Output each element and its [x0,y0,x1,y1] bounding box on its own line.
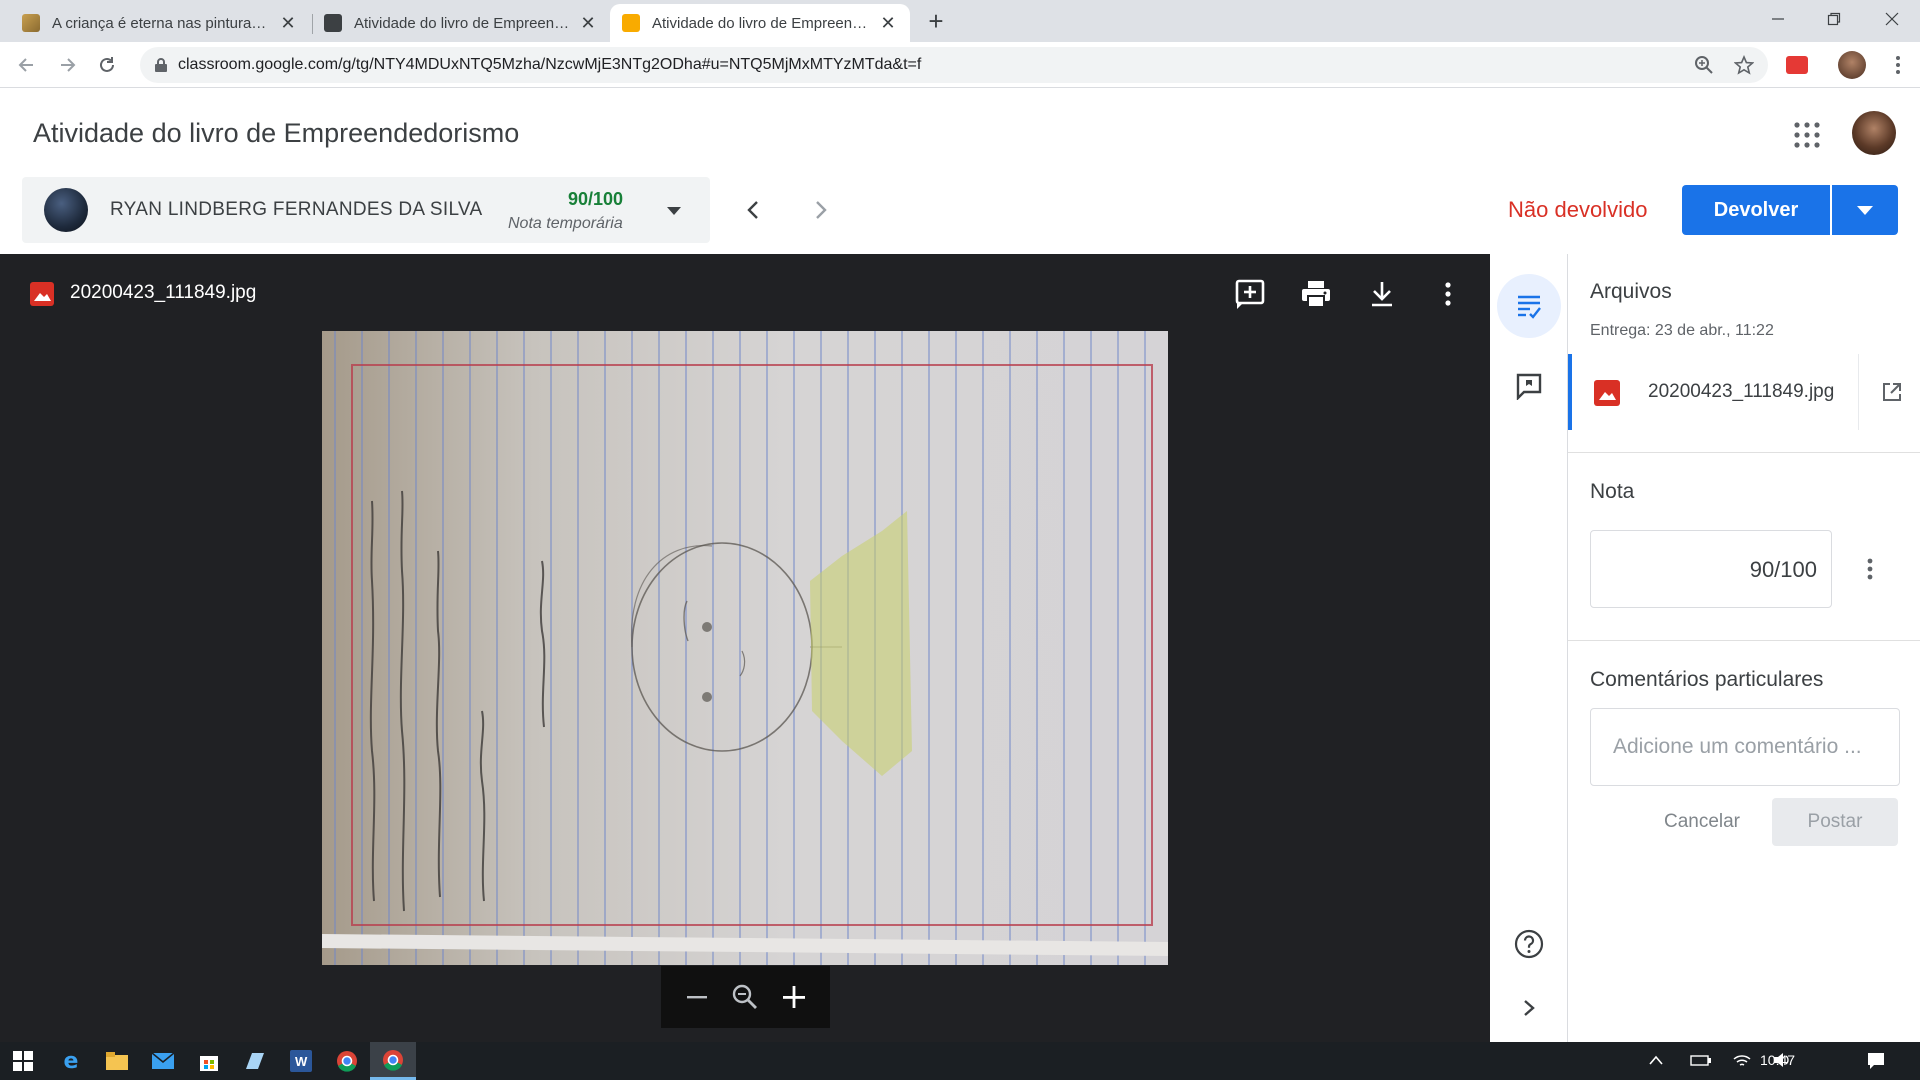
previous-student-icon[interactable] [738,193,768,227]
image-file-icon [30,282,54,306]
image-file-icon [1594,380,1620,406]
photos-icon[interactable] [232,1042,278,1080]
bookmark-star-icon[interactable] [1734,55,1754,75]
student-selector[interactable]: RYAN LINDBERG FERNANDES DA SILVA 90/100 … [22,177,710,243]
zoom-indicator-icon[interactable] [1694,55,1714,75]
battery-icon[interactable] [1690,1053,1712,1072]
svg-text:W: W [295,1054,308,1069]
painting-favicon [22,14,40,32]
browser-tab-active[interactable]: Atividade do livro de Empreendedorismo ✕ [610,4,910,42]
reload-icon[interactable] [92,50,122,80]
taskbar-clock[interactable]: 10:47 [1760,1052,1795,1068]
divider [1568,452,1920,453]
chevron-up-icon[interactable] [1648,1053,1664,1071]
classroom-favicon [622,14,640,32]
download-icon[interactable] [1362,274,1402,314]
close-window-icon[interactable] [1866,0,1918,38]
close-tab-icon[interactable]: ✕ [878,13,898,33]
windows-start-icon[interactable] [0,1042,46,1080]
chevron-down-icon [1857,205,1873,215]
extension-icon[interactable] [1786,56,1808,74]
tab-title: A criança é eterna nas pinturas de [52,14,270,32]
browser-menu-icon[interactable] [1888,54,1908,76]
files-tab-icon[interactable] [1497,274,1561,338]
cancel-button[interactable]: Cancelar [1644,798,1760,846]
edge-icon[interactable]: e [48,1042,94,1080]
restore-window-icon[interactable] [1808,0,1860,38]
profile-avatar[interactable] [1838,51,1866,79]
grade-input[interactable]: 90/100 [1590,530,1832,608]
back-icon[interactable] [12,50,42,80]
more-vert-icon[interactable] [1428,274,1468,314]
next-student-icon[interactable] [806,193,836,227]
zoom-controls [661,966,830,1028]
help-icon[interactable] [1497,912,1561,976]
open-in-new-icon[interactable] [1858,354,1920,430]
user-avatar[interactable] [1852,111,1896,155]
print-icon[interactable] [1296,274,1336,314]
address-bar[interactable]: classroom.google.com/g/tg/NTY4MDUxNTQ5Mz… [140,47,1768,83]
notifications-icon[interactable] [1866,1051,1886,1076]
word-icon[interactable]: W [278,1042,324,1080]
submission-image[interactable] [322,331,1168,965]
grade-heading: Nota [1590,480,1635,503]
close-tab-icon[interactable]: ✕ [578,13,598,33]
attached-file[interactable]: 20200423_111849.jpg [1568,354,1920,430]
tab-title: Atividade do livro de Empreendedorismo [354,14,570,32]
page-title: Atividade do livro de Empreendedorismo [33,118,520,148]
return-button[interactable]: Devolver [1682,185,1830,235]
classroom-favicon [324,14,342,32]
forward-icon[interactable] [52,50,82,80]
grade-note: Nota temporária [508,215,623,232]
comments-heading: Comentários particulares [1590,668,1824,691]
submission-date: Entrega: 23 de abr., 11:22 [1590,322,1774,339]
url-text[interactable]: classroom.google.com/g/tg/NTY4MDUxNTQ5Mz… [178,56,921,74]
lock-icon [155,58,167,72]
mail-icon[interactable] [140,1042,186,1080]
file-viewer: 20200423_111849.jpg [0,254,1490,1042]
student-avatar [44,188,88,232]
browser-toolbar: classroom.google.com/g/tg/NTY4MDUxNTQ5Mz… [0,42,1920,88]
attached-filename: 20200423_111849.jpg [1648,381,1835,402]
status-badge: Não devolvido [1508,197,1648,222]
viewer-filename: 20200423_111849.jpg [70,282,257,303]
post-button[interactable]: Postar [1772,798,1898,846]
chrome-icon[interactable] [324,1042,370,1080]
student-name: RYAN LINDBERG FERNANDES DA SILVA [110,199,483,220]
tab-title: Atividade do livro de Empreendedorismo [652,14,870,32]
files-heading: Arquivos [1590,280,1672,303]
wifi-icon[interactable] [1732,1051,1752,1074]
new-tab-button[interactable]: + [922,8,950,36]
student-grade: 90/100 [568,189,624,209]
grade-more-icon[interactable] [1858,554,1882,584]
browser-tab[interactable]: A criança é eterna nas pinturas de ✕ [10,4,310,42]
zoom-reset-icon[interactable] [725,977,765,1017]
store-icon[interactable] [186,1042,232,1080]
divider [1568,640,1920,641]
add-comment-icon[interactable] [1230,274,1270,314]
browser-tab-strip: A criança é eterna nas pinturas de ✕ Ati… [0,0,1920,42]
private-comment-input[interactable]: Adicione um comentário ... [1590,708,1900,786]
chrome-active-icon[interactable] [370,1042,416,1080]
windows-taskbar: e W 10:47 [0,1042,1920,1080]
expand-panel-icon[interactable] [1497,976,1561,1040]
comments-tab-icon[interactable] [1497,354,1561,418]
close-tab-icon[interactable]: ✕ [278,13,298,33]
return-options-button[interactable] [1832,185,1898,235]
browser-tab[interactable]: Atividade do livro de Empreendedorismo ✕ [312,4,610,42]
file-explorer-icon[interactable] [94,1042,140,1080]
zoom-out-icon[interactable] [677,977,717,1017]
chevron-down-icon[interactable] [662,199,686,223]
google-apps-icon[interactable] [1792,120,1822,150]
grading-panel: Arquivos Entrega: 23 de abr., 11:22 2020… [1568,254,1920,1042]
minimize-window-icon[interactable] [1752,0,1804,38]
notebook-drawing [322,331,1168,965]
zoom-in-icon[interactable] [774,977,814,1017]
side-rail [1490,254,1568,1042]
